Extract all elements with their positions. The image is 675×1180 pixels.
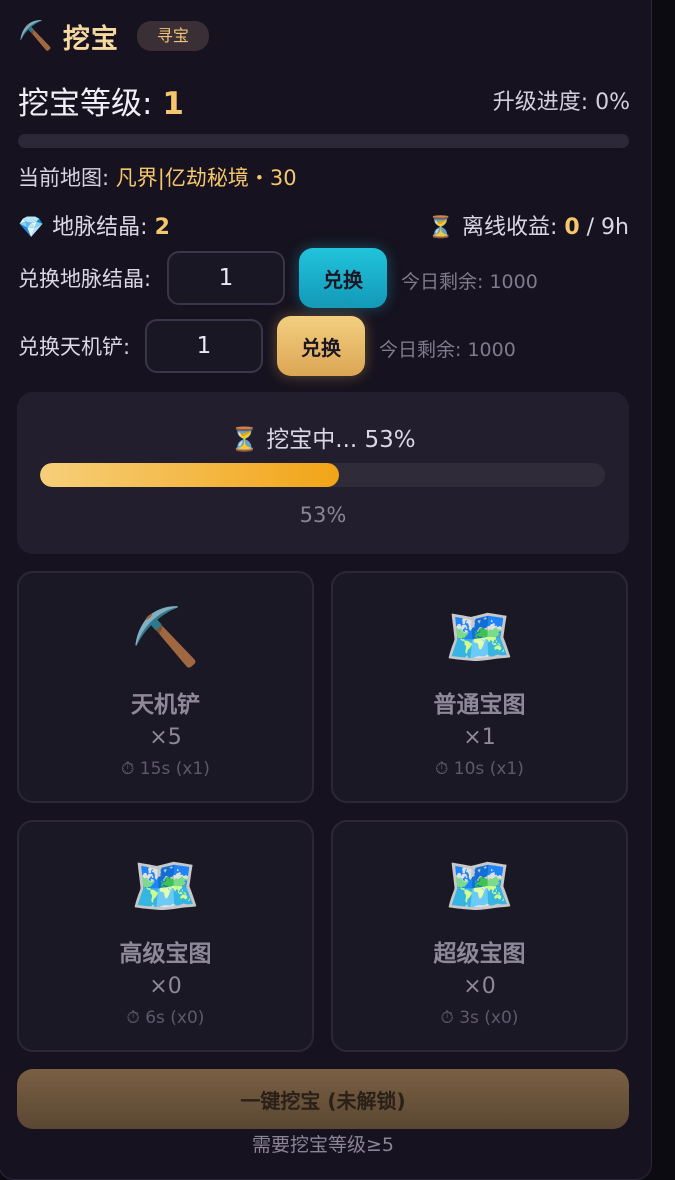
item-count: ×0 [149,974,182,999]
item-count: ×0 [463,974,496,999]
exchange-shovel-remaining: 今日剩余: 1000 [379,339,516,361]
crystal-resource: 💎 地脉结晶: 2 [18,209,170,241]
digging-progress-box: ⏳ 挖宝中... 53% 53% [17,392,629,554]
map-icon: 🗺️ [444,605,515,670]
digging-status: ⏳ 挖宝中... 53% [230,427,416,453]
category-tag: 寻宝 [136,21,209,51]
item-time: ⏱ 3s (x0) [440,1008,519,1028]
item-name: 普通宝图 [433,692,526,718]
exchange-crystal-label: 兑换地脉结晶: [18,267,152,291]
offline-max: / 9h [579,215,629,240]
exchange-shovel-input[interactable] [145,319,263,373]
exchange-crystal-input[interactable] [167,251,285,305]
item-card-shovel[interactable]: ⛏️ 天机铲 ×5 ⏱ 15s (x1) [17,571,314,803]
pickaxe-icon: ⛏️ [18,19,53,52]
item-name: 天机铲 [131,692,200,718]
map-icon: 🗺️ [130,854,201,919]
item-count: ×1 [463,725,496,750]
crystal-value: 2 [154,215,170,240]
item-card-super-map[interactable]: 🗺️ 超级宝图 ×0 ⏱ 3s (x0) [331,820,628,1052]
panel-header: ⛏️ 挖宝 寻宝 [18,16,209,56]
panel-title: 挖宝 [62,23,119,55]
item-time: ⏱ 6s (x0) [126,1008,205,1028]
digging-progress-bar [40,463,605,487]
exchange-shovel-label: 兑换天机铲: [18,335,131,359]
item-time: ⏱ 10s (x1) [435,759,524,779]
item-count: ×5 [149,725,182,750]
level-progress-bar [18,134,629,148]
offline-label: 离线收益: [461,215,565,240]
exchange-shovel-button[interactable]: 兑换 [277,316,365,376]
upgrade-progress-text: 升级进度: 0% [492,90,630,115]
gem-icon: 💎 [18,215,45,239]
level-display: 挖宝等级: 1 [18,78,184,123]
exchange-crystal-remaining: 今日剩余: 1000 [401,271,538,293]
item-card-normal-map[interactable]: 🗺️ 普通宝图 ×1 ⏱ 10s (x1) [331,571,628,803]
map-icon: 🗺️ [444,854,515,919]
offline-value: 0 [564,215,580,240]
item-card-advanced-map[interactable]: 🗺️ 高级宝图 ×0 ⏱ 6s (x0) [17,820,314,1052]
one-key-dig-button[interactable]: 一键挖宝 (未解锁) [17,1069,629,1129]
digging-percent: 53% [299,503,347,527]
current-map-row: 当前地图: 凡界|亿劫秘境・30 [18,163,297,193]
offline-earnings: ⏳ 离线收益: 0 / 9h [428,209,629,241]
pickaxe-icon: ⛏️ [130,605,201,670]
item-time: ⏱ 15s (x1) [121,759,210,779]
current-map-value: 凡界|亿劫秘境・30 [115,166,297,190]
level-row: 挖宝等级: 1 升级进度: 0% [18,78,630,122]
digging-progress-fill [40,463,340,487]
level-label: 挖宝等级: [18,85,163,122]
crystal-label: 地脉结晶: [52,215,155,240]
item-name: 超级宝图 [433,941,526,967]
one-key-requirement: 需要挖宝等级≥5 [251,1134,394,1156]
exchange-crystal-button[interactable]: 兑换 [299,248,387,308]
current-map-label: 当前地图: [18,166,116,190]
item-name: 高级宝图 [119,941,212,967]
hourglass-icon: ⏳ [427,215,454,239]
resources-row: 💎 地脉结晶: 2 ⏳ 离线收益: 0 / 9h [18,208,629,242]
level-value: 1 [162,85,184,122]
